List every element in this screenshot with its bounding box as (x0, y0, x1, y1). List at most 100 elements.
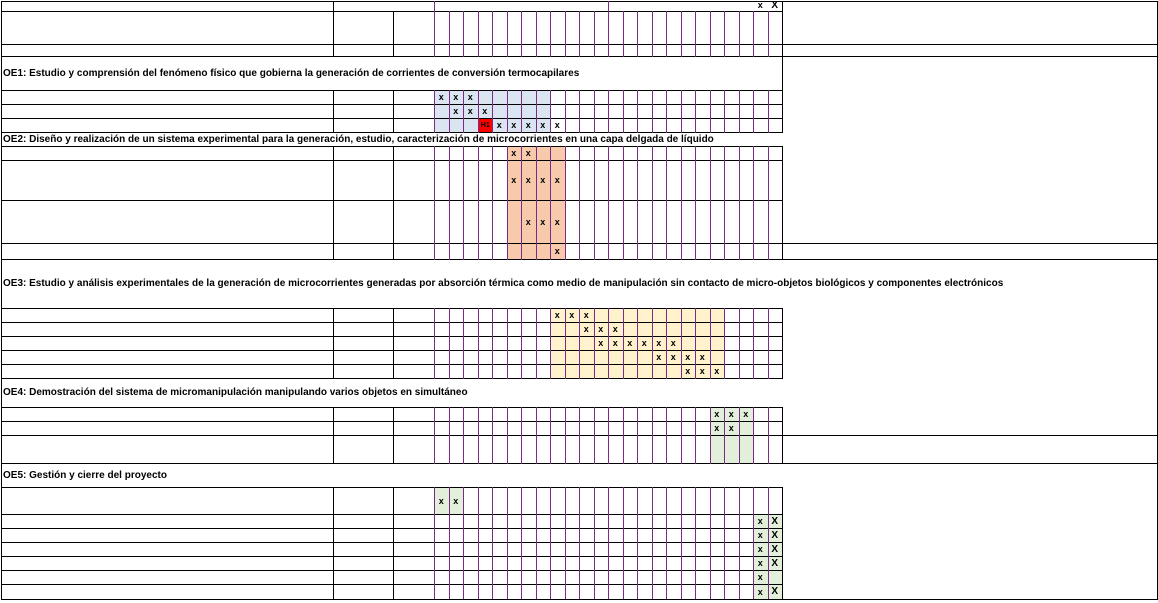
month-header (608, 11, 623, 44)
schedule-mark: x (525, 216, 531, 227)
schedule-mark: x (583, 324, 589, 334)
grid-line (1, 435, 782, 436)
month-header (463, 11, 478, 44)
schedule-mark: x (540, 175, 546, 185)
activity-row (1, 407, 333, 421)
month-header (478, 11, 493, 44)
objective-title: OE2: Diseño y realización de un sistema … (3, 133, 714, 145)
activity-row (1, 104, 333, 118)
schedule-mark: x (670, 352, 676, 362)
grid-line (1, 336, 782, 337)
activity-row (1, 146, 333, 160)
grid-line (782, 44, 1157, 45)
schedule-mark: x (496, 120, 502, 130)
month-header (695, 11, 710, 44)
grid-line (1, 487, 782, 488)
schedule-mark: x (656, 352, 662, 362)
grid-line (1, 1, 782, 2)
grid-line (1, 104, 782, 105)
schedule-mark: x (757, 544, 763, 554)
schedule-mark: X (771, 543, 779, 555)
schedule-mark: x (554, 216, 560, 227)
objective-title: OE5: Gestión y cierre del proyecto (3, 469, 167, 481)
schedule-mark: x (728, 423, 734, 433)
schedule-mark: x (554, 175, 560, 185)
activity-row (1, 243, 333, 259)
grid-line (1, 556, 782, 557)
shade-block (709, 435, 753, 463)
activity-row (1, 514, 333, 528)
month-header (637, 11, 652, 44)
grid-line (1, 118, 782, 119)
schedule-mark: x (525, 148, 531, 158)
month-header (753, 11, 768, 44)
month-header (666, 11, 681, 44)
schedule-mark: x (714, 409, 720, 419)
activity-row (1, 308, 333, 322)
schedule-mark: x (569, 310, 575, 320)
schedule-mark: x (511, 175, 517, 185)
activity-row (1, 118, 333, 132)
activity-row (1, 435, 333, 463)
grid-line (1, 308, 782, 309)
activity-row (1, 336, 333, 350)
schedule-mark: x (685, 366, 691, 376)
schedule-mark: x (438, 92, 444, 102)
activity-row (1, 350, 333, 364)
schedule-mark: x (699, 366, 705, 376)
schedule-mark: x (757, 572, 763, 582)
schedule-mark: x (540, 120, 546, 130)
schedule-mark: x (743, 409, 749, 419)
meta-fisica-header (333, 1, 434, 11)
grid-line (1, 421, 782, 422)
month-header (536, 11, 551, 44)
schedule-mark: x (554, 310, 560, 320)
schedule-mark: x (757, 516, 763, 526)
schedule-mark: x (612, 338, 618, 348)
schedule-mark: x (554, 120, 560, 130)
month-header (492, 11, 507, 44)
activities-header (1, 1, 333, 44)
schedule-mark: x (598, 324, 604, 334)
schedule-mark: x (525, 120, 531, 130)
schedule-mark: x (525, 175, 531, 185)
schedule-mark: x (467, 92, 473, 102)
activity-row (1, 364, 333, 378)
temporal-scale-header (434, 1, 608, 11)
qty-header (393, 11, 434, 44)
grid-line (1, 542, 782, 543)
month-header (724, 11, 739, 44)
schedule-mark: x (511, 120, 517, 130)
schedule-mark: X (771, 515, 779, 527)
milestone-cell: H1 (478, 119, 492, 132)
month-header (521, 11, 536, 44)
grid-line (1, 146, 782, 147)
activity-row (1, 160, 333, 200)
grid-line (1, 584, 782, 585)
schedule-mark: x (467, 106, 473, 116)
activity-row (1, 556, 333, 570)
objective-title: OE1: Estudio y comprensión del fenómeno … (3, 67, 580, 79)
schedule-mark: x (511, 148, 517, 158)
activity-row (1, 322, 333, 336)
activity-row (1, 542, 333, 556)
activity-row (1, 584, 333, 599)
month-header (550, 11, 565, 44)
grid-line (1, 322, 782, 323)
activity-row (1, 200, 333, 243)
schedule-mark: x (757, 530, 763, 540)
schedule-mark: x (598, 338, 604, 348)
unit-header (333, 11, 393, 44)
grid-line (1, 407, 782, 408)
month-header (434, 11, 449, 44)
month-header (623, 11, 638, 44)
schedule-mark: x (612, 324, 618, 334)
activity-row (1, 421, 333, 435)
schedule-mark: x (714, 423, 720, 433)
schedule-mark: x (699, 352, 705, 362)
grid-line (1, 44, 782, 45)
grid-line (1, 514, 782, 515)
grid-line (1, 11, 782, 12)
grid-line (1, 528, 782, 529)
schedule-mark: x (453, 495, 459, 506)
